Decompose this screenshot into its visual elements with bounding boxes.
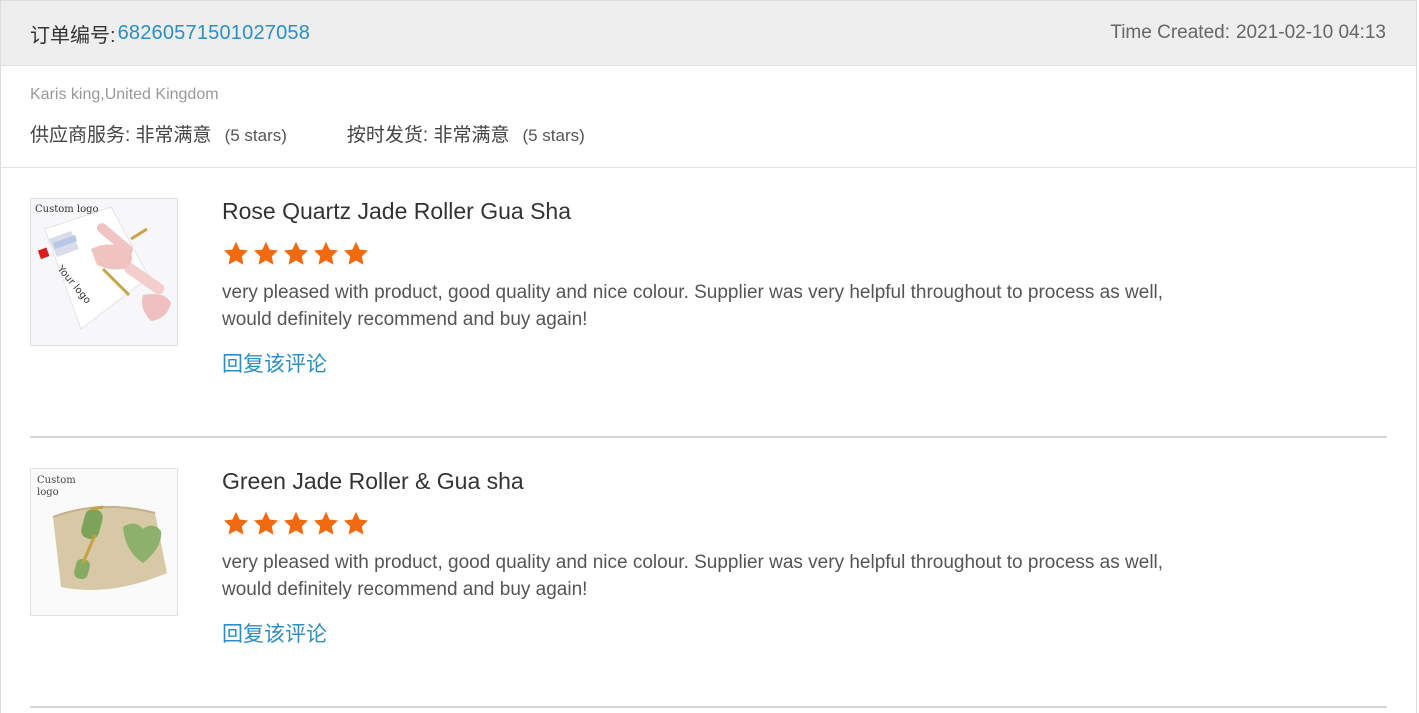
rating-supplier-service: 供应商服务: 非常满意 (5 stars) bbox=[30, 120, 287, 147]
review-comment: very pleased with product, good quality … bbox=[222, 552, 1164, 600]
review-list: Custom logo Your logo Rose Quartz Jade R… bbox=[1, 168, 1416, 708]
buyer-name: Karis king,United Kingdom bbox=[30, 86, 219, 103]
star-icon bbox=[252, 240, 280, 268]
review-content: Rose Quartz Jade Roller Gua Sha very ple… bbox=[222, 196, 1222, 333]
rating-stars-text: (5 stars) bbox=[224, 126, 287, 145]
star-icon bbox=[282, 240, 310, 268]
review-item: Custom logo Green Jade Roller & Gua sha … bbox=[30, 438, 1387, 708]
order-number: 订单编号: 68260571501027058 bbox=[30, 19, 310, 48]
time-created-label: Time Created: bbox=[1110, 22, 1230, 43]
product-title[interactable]: Green Jade Roller & Gua sha bbox=[222, 466, 1222, 496]
thumb-caption: Custom logo bbox=[35, 204, 99, 215]
order-number-value[interactable]: 68260571501027058 bbox=[118, 22, 311, 45]
buyer-info: Karis king,United Kingdom 供应商服务: 非常满意 (5… bbox=[1, 66, 1416, 168]
rating-label: 供应商服务: 非常满意 bbox=[30, 125, 212, 146]
order-header: 订单编号: 68260571501027058 Time Created: 20… bbox=[1, 0, 1416, 66]
reply-to-review-link[interactable]: 回复该评论 bbox=[222, 348, 327, 378]
rose-quartz-product-image: Custom logo Your logo bbox=[31, 199, 177, 345]
star-icon bbox=[252, 510, 280, 538]
product-title[interactable]: Rose Quartz Jade Roller Gua Sha bbox=[222, 196, 1222, 226]
rating-label: 按时发货: 非常满意 bbox=[346, 125, 510, 146]
review-content: Green Jade Roller & Gua sha very pleased… bbox=[222, 466, 1222, 603]
order-number-label: 订单编号: bbox=[30, 24, 116, 47]
review-item: Custom logo Your logo Rose Quartz Jade R… bbox=[30, 168, 1387, 438]
star-icon bbox=[342, 240, 370, 268]
product-thumbnail[interactable]: Custom logo Your logo bbox=[30, 198, 178, 346]
star-icon bbox=[222, 510, 250, 538]
review-comment: very pleased with product, good quality … bbox=[222, 282, 1164, 330]
time-created-value: 2021-02-10 04:13 bbox=[1235, 22, 1386, 43]
review-star-rating bbox=[222, 240, 1222, 268]
star-icon bbox=[222, 240, 250, 268]
reply-to-review-link[interactable]: 回复该评论 bbox=[222, 618, 327, 648]
star-icon bbox=[282, 510, 310, 538]
star-icon bbox=[312, 510, 340, 538]
thumb-caption: logo bbox=[37, 487, 59, 498]
green-jade-product-image: Custom logo bbox=[31, 469, 177, 615]
review-panel: 订单编号: 68260571501027058 Time Created: 20… bbox=[0, 0, 1417, 713]
star-icon bbox=[312, 240, 340, 268]
review-star-rating bbox=[222, 510, 1222, 538]
rating-stars-text: (5 stars) bbox=[522, 126, 585, 145]
time-created: Time Created: 2021-02-10 04:13 bbox=[1110, 22, 1386, 44]
product-thumbnail[interactable]: Custom logo bbox=[30, 468, 178, 616]
supplier-ratings: 供应商服务: 非常满意 (5 stars) 按时发货: 非常满意 (5 star… bbox=[30, 120, 1387, 147]
rating-on-time-delivery: 按时发货: 非常满意 (5 stars) bbox=[347, 120, 585, 147]
thumb-caption: Custom bbox=[37, 475, 76, 486]
star-icon bbox=[342, 510, 370, 538]
